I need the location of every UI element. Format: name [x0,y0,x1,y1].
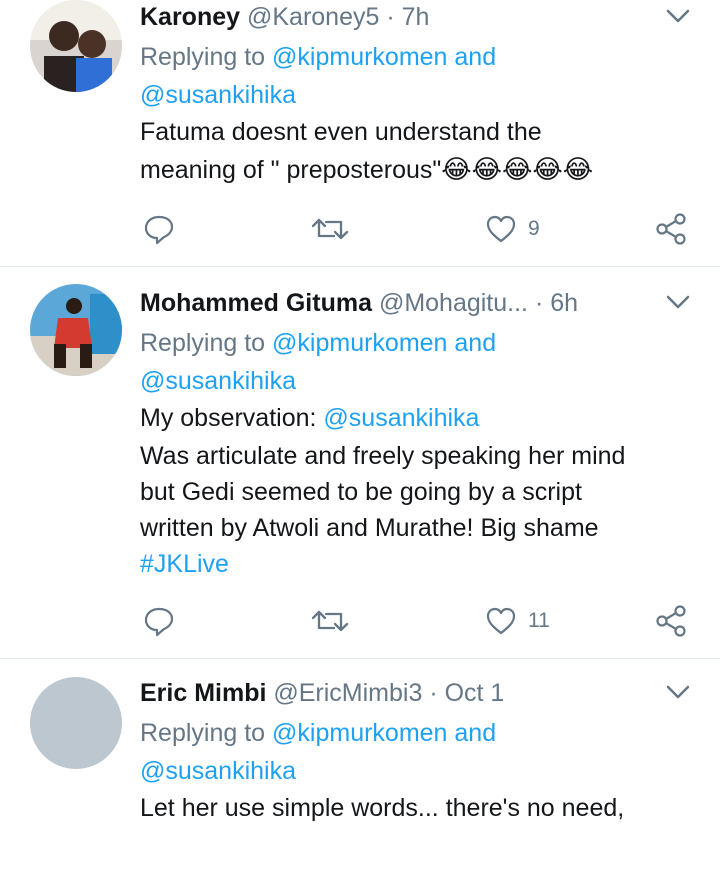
avatar[interactable] [30,284,122,376]
reply-icon [144,607,174,637]
tweet-karoney[interactable]: Karoney @Karoney5 · 7h Replying to @kipm… [0,0,720,266]
mention-link[interactable]: @kipmurkomen and [272,329,496,357]
share-button[interactable] [654,601,688,641]
reply-icon [144,215,174,245]
retweet-icon [311,218,349,240]
tweet-time[interactable]: · 7h [386,3,429,31]
tweet-time[interactable]: · 6h [535,289,578,317]
avatar-photo [30,0,122,92]
share-icon [656,605,686,637]
tweet-time[interactable]: · Oct 1 [429,679,504,707]
heart-icon [486,215,516,243]
tweet-actions: 11 [140,601,700,641]
hashtag-link[interactable]: #JKLive [140,550,229,578]
tweet-header: Mohammed Gituma @Mohagitu... · 6h [140,288,700,318]
share-icon [656,213,686,245]
avatar[interactable] [30,677,122,769]
mention-link[interactable]: @kipmurkomen and [272,719,496,747]
chevron-down-icon[interactable] [664,682,692,702]
tears-of-joy-emoji: 😂😂😂😂😂 [441,153,594,184]
author-name[interactable]: Karoney [140,3,240,31]
tweet-text: meaning of " preposterous" [140,155,442,184]
retweet-button[interactable] [310,209,350,249]
reply-button[interactable] [142,209,176,249]
tweet-actions: 9 [140,209,700,249]
tweet-text: Let her use simple words... there's no n… [140,794,625,822]
tweet-eric-mimbi[interactable]: Eric Mimbi @EricMimbi3 · Oct 1 Replying … [0,659,720,871]
replying-to-label: Replying to [140,719,266,747]
author-name[interactable]: Mohammed Gituma [140,289,372,317]
share-button[interactable] [654,209,688,249]
avatar[interactable] [30,0,122,92]
chevron-down-icon[interactable] [664,6,692,26]
tweet-header: Eric Mimbi @EricMimbi3 · Oct 1 [140,678,700,708]
tweet-text: My observation: [140,404,324,432]
mention-link[interactable]: @susankihika [323,404,479,432]
reply-button[interactable] [142,601,176,641]
tweet-header: Karoney @Karoney5 · 7h [140,2,700,32]
tweet-mohammed-gituma[interactable]: Mohammed Gituma @Mohagitu... · 6h Replyi… [0,267,720,658]
mention-link[interactable]: @susankihika [140,367,296,395]
like-count: 9 [528,217,540,240]
tweet-text: but Gedi seemed to be going by a script [140,477,582,506]
retweet-icon [311,610,349,632]
mention-link[interactable]: @susankihika [140,757,296,785]
mention-link[interactable]: @kipmurkomen and [272,43,496,71]
like-count: 11 [528,609,550,632]
tweet-text: Fatuma doesnt even understand the [140,118,542,146]
author-handle[interactable]: @EricMimbi3 [273,679,422,707]
author-handle[interactable]: @Mohagitu... [379,289,528,317]
tweet-text: Was articulate and freely speaking her m… [140,441,626,470]
replying-to-label: Replying to [140,329,266,357]
like-button[interactable]: 9 [484,209,540,249]
tweet-text: written by Atwoli and Murathe! Big shame [140,513,599,542]
mention-link[interactable]: @susankihika [140,81,296,109]
author-name[interactable]: Eric Mimbi [140,679,266,707]
chevron-down-icon[interactable] [664,292,692,312]
retweet-button[interactable] [310,601,350,641]
replying-to-label: Replying to [140,43,266,71]
like-button[interactable]: 11 [484,601,550,641]
author-handle[interactable]: @Karoney5 [247,3,379,31]
avatar-photo [30,284,122,376]
heart-icon [486,607,516,635]
